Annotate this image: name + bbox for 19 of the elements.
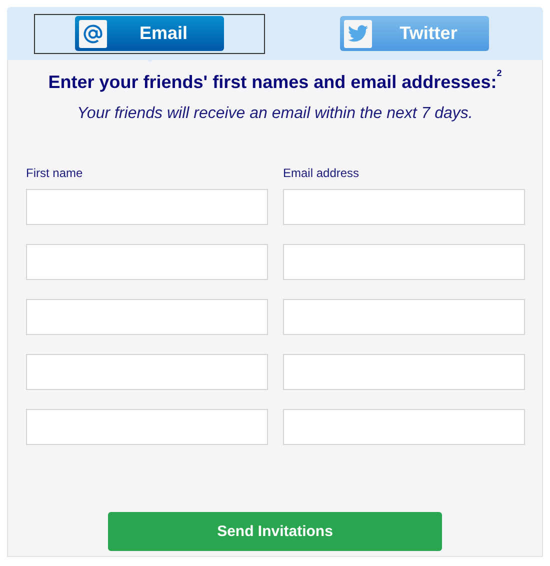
input-field[interactable] [283,299,525,335]
bird-icon [344,20,372,48]
input-field[interactable] [26,409,268,445]
send-button[interactable]: Send Invitations [108,512,442,551]
input-field[interactable] [26,354,268,390]
column-label: First name [26,166,84,180]
input-field[interactable] [26,299,268,335]
input-field[interactable] [26,189,268,225]
column-label: Email address [283,166,360,180]
input-field[interactable] [26,244,268,280]
tab[interactable]: Email [75,16,224,51]
form-heading: Enter your friends' first names and email addresses:$^{2}$ [47,72,503,93]
input-field[interactable] [283,244,525,280]
input-field[interactable] [283,409,525,445]
input-field[interactable] [283,354,525,390]
tab[interactable]: Twitter [340,16,489,51]
form-subheading: Your friends will receive an email within the next 7 days. [76,105,474,123]
at-sign-icon [79,20,107,48]
input-field[interactable] [283,189,525,225]
